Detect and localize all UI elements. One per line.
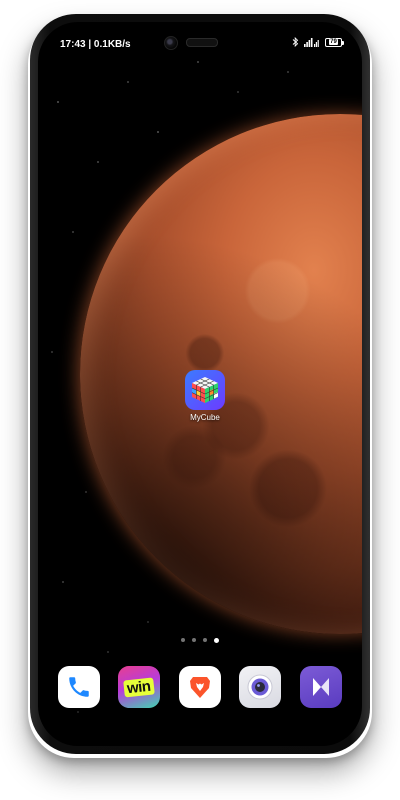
- page-dot-active[interactable]: [214, 637, 219, 643]
- status-time-speed: 17:43 | 0.1KB/s: [60, 39, 131, 50]
- rubiks-cube-icon: [185, 370, 225, 410]
- signal-icon: [304, 38, 319, 47]
- app-label-mycube: MyCube: [190, 413, 220, 422]
- media-player-icon: [313, 678, 329, 696]
- bluetooth-icon: [292, 37, 299, 47]
- status-icons: 79: [292, 37, 344, 47]
- home-screen: 17:43 | 0.1KB/s 79 MyCube win: [38, 22, 362, 746]
- phone-frame: 17:43 | 0.1KB/s 79 MyCube win: [30, 14, 370, 754]
- battery-level: 79: [329, 39, 338, 45]
- device-mockup: 17:43 | 0.1KB/s 79 MyCube win: [0, 0, 400, 800]
- page-dot[interactable]: [181, 638, 185, 642]
- dock-phone-app[interactable]: [58, 666, 100, 708]
- dock-camera-app[interactable]: [239, 666, 281, 708]
- app-mycube[interactable]: MyCube: [185, 370, 225, 422]
- brave-browser-icon: [190, 677, 210, 698]
- dock: win: [38, 666, 362, 712]
- page-indicator[interactable]: [38, 637, 362, 643]
- page-dot[interactable]: [203, 638, 207, 642]
- dock-media-app[interactable]: [300, 666, 342, 708]
- battery-icon: 79: [325, 37, 344, 47]
- dock-win-app[interactable]: win: [118, 666, 160, 708]
- page-dot[interactable]: [192, 638, 196, 642]
- camera-icon: [247, 674, 273, 700]
- status-bar[interactable]: 17:43 | 0.1KB/s 79: [38, 22, 362, 56]
- phone-icon: [69, 677, 89, 697]
- dock-brave-app[interactable]: [179, 666, 221, 708]
- win-app-icon: win: [123, 677, 155, 697]
